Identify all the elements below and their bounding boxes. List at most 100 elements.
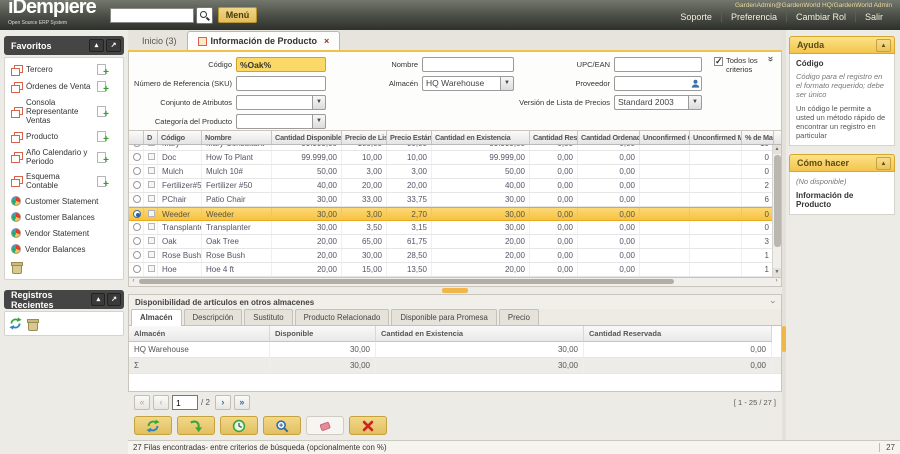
row-checkbox[interactable] xyxy=(148,223,155,230)
col-margen[interactable]: % de Margen xyxy=(742,131,774,144)
favorite-report-item[interactable]: Customer Statement xyxy=(7,193,121,209)
codigo-input[interactable] xyxy=(236,57,326,72)
new-record-icon[interactable] xyxy=(96,131,107,142)
chevron-down-icon[interactable]: ▼ xyxy=(312,95,326,110)
categoria-select[interactable]: ▼ xyxy=(236,114,326,129)
row-radio[interactable] xyxy=(133,167,141,175)
col-ordenada[interactable]: Cantidad Ordenada xyxy=(578,131,640,144)
col-unconfirmed-move[interactable]: Unconfirmed Move xyxy=(690,131,742,144)
tab-product-info[interactable]: Información de Producto × xyxy=(187,31,341,50)
new-record-icon[interactable] xyxy=(96,64,107,75)
menu-button[interactable]: Menú xyxy=(218,7,258,23)
howto-product-info-link[interactable]: Información de Producto xyxy=(796,191,888,209)
sku-input[interactable] xyxy=(236,76,326,91)
lista-precios-select[interactable]: Standard 2003▼ xyxy=(614,95,702,110)
availability-tab[interactable]: Disponible para Promesa xyxy=(391,309,497,325)
almacen-select[interactable]: HQ Warehouse▼ xyxy=(422,76,514,91)
favorite-report-item[interactable]: Vendor Balances xyxy=(7,241,121,257)
global-search-input[interactable] xyxy=(110,8,194,23)
favorite-item[interactable]: Consola Representante Ventas xyxy=(7,95,121,128)
row-checkbox[interactable] xyxy=(148,237,155,244)
availability-tab[interactable]: Precio xyxy=(499,309,539,325)
topbar-link[interactable]: Cambiar Rol xyxy=(786,12,855,22)
favorite-item[interactable]: Producto xyxy=(7,128,121,145)
history-button[interactable] xyxy=(220,416,258,435)
favorites-collapse-button[interactable]: ▴ xyxy=(89,39,104,52)
row-checkbox[interactable] xyxy=(148,181,155,188)
recent-trash-icon[interactable] xyxy=(27,318,37,329)
col-select-all[interactable]: D xyxy=(144,131,158,144)
favorite-item[interactable]: Esquema Contable xyxy=(7,169,121,193)
chevron-down-icon[interactable]: › xyxy=(769,301,779,304)
scroll-thumb[interactable] xyxy=(774,155,781,247)
row-radio[interactable] xyxy=(133,181,141,189)
search-button[interactable] xyxy=(196,7,213,24)
first-page-button[interactable]: « xyxy=(134,395,150,410)
tab-home[interactable]: Inicio (3) xyxy=(132,32,187,50)
col-codigo[interactable]: Código xyxy=(158,131,202,144)
table-row[interactable]: Transplanter Transplanter 30,00 3,50 3,1… xyxy=(129,221,781,235)
favorite-item[interactable]: Tercero xyxy=(7,61,121,78)
new-record-icon[interactable] xyxy=(96,152,107,163)
col-unconfirmed-qty[interactable]: Unconfirmed Qty xyxy=(640,131,690,144)
row-radio[interactable] xyxy=(133,265,141,273)
close-tab-icon[interactable]: × xyxy=(324,36,329,46)
row-radio[interactable] xyxy=(133,195,141,203)
all-criteria-checkbox[interactable] xyxy=(714,57,723,66)
table-row[interactable]: Rose Bush Rose Bush 20,00 30,00 28,50 20… xyxy=(129,249,781,263)
row-radio[interactable] xyxy=(133,210,141,218)
last-page-button[interactable]: » xyxy=(234,395,250,410)
recent-collapse-button[interactable]: ▴ xyxy=(91,293,105,306)
table-row[interactable]: Fertilizer#50 Fertilizer #50 40,00 20,00… xyxy=(129,179,781,193)
chevron-down-icon[interactable]: ▼ xyxy=(688,95,702,110)
scroll-down-icon[interactable]: ▼ xyxy=(773,268,781,277)
new-record-icon[interactable] xyxy=(96,106,107,117)
howto-collapse-button[interactable]: ▲ xyxy=(876,157,891,170)
nombre-input[interactable] xyxy=(422,57,514,72)
availability-tab[interactable]: Sustituto xyxy=(244,309,292,325)
row-checkbox[interactable] xyxy=(148,195,155,202)
table-row[interactable]: Hoe Hoe 4 ft 20,00 15,00 13,50 20,00 0,0… xyxy=(129,263,781,277)
upc-input[interactable] xyxy=(614,57,702,72)
splitter-handle[interactable] xyxy=(442,288,468,293)
scroll-up-icon[interactable]: ▲ xyxy=(773,145,781,154)
new-record-icon[interactable] xyxy=(96,81,107,92)
cancel-button[interactable] xyxy=(349,416,387,435)
topbar-link[interactable]: Soporte xyxy=(671,12,721,22)
col-nombre[interactable]: Nombre xyxy=(202,131,272,144)
chevron-down-icon[interactable]: ▼ xyxy=(312,114,326,129)
next-page-button[interactable]: › xyxy=(215,395,231,410)
availability-tab[interactable]: Producto Relacionado xyxy=(295,309,390,325)
favorite-item[interactable]: Órdenes de Venta xyxy=(7,78,121,95)
col-reservada[interactable]: Cantidad Reservada xyxy=(530,131,578,144)
confirm-button[interactable] xyxy=(177,416,215,435)
col-existencia[interactable]: Cantidad en Existencia xyxy=(432,131,530,144)
person-icon[interactable] xyxy=(691,79,700,88)
collapse-search-icon[interactable]: » xyxy=(766,56,774,62)
row-radio[interactable] xyxy=(133,223,141,231)
hscroll-thumb[interactable] xyxy=(139,279,674,284)
page-number-input[interactable] xyxy=(172,395,198,410)
favorites-expand-icon[interactable]: ↗ xyxy=(106,39,121,52)
refresh-icon[interactable] xyxy=(9,317,22,330)
row-radio[interactable] xyxy=(133,145,141,147)
table-row[interactable]: Mulch Mulch 10# 50,00 3,00 3,00 50,00 0,… xyxy=(129,165,781,179)
row-checkbox[interactable] xyxy=(148,167,155,174)
col-precio-estandar[interactable]: Precio Estándar xyxy=(387,131,432,144)
availability-tab[interactable]: Almacén xyxy=(131,309,182,326)
row-checkbox[interactable] xyxy=(148,210,155,217)
availability-row[interactable]: Σ 30,00 30,00 0,00 xyxy=(129,358,781,374)
table-row[interactable]: Oak Oak Tree 20,00 65,00 61,75 20,00 0,0… xyxy=(129,235,781,249)
proveedor-input[interactable] xyxy=(614,76,702,91)
vertical-scrollbar[interactable]: ▲ ▼ xyxy=(772,145,781,277)
horizontal-scrollbar[interactable]: ‹ › xyxy=(128,278,782,287)
availability-tab[interactable]: Descripción xyxy=(184,309,243,325)
new-record-icon[interactable] xyxy=(96,176,107,187)
previous-page-button[interactable]: ‹ xyxy=(153,395,169,410)
favorite-report-item[interactable]: Vendor Statement xyxy=(7,225,121,241)
col-disponible[interactable]: Cantidad Disponible xyxy=(272,131,342,144)
favorites-trash-icon[interactable] xyxy=(11,261,21,272)
chevron-down-icon[interactable]: ▼ xyxy=(500,76,514,91)
topbar-link[interactable]: Preferencia xyxy=(721,12,786,22)
availability-row[interactable]: HQ Warehouse 30,00 30,00 0,00 xyxy=(129,342,781,358)
